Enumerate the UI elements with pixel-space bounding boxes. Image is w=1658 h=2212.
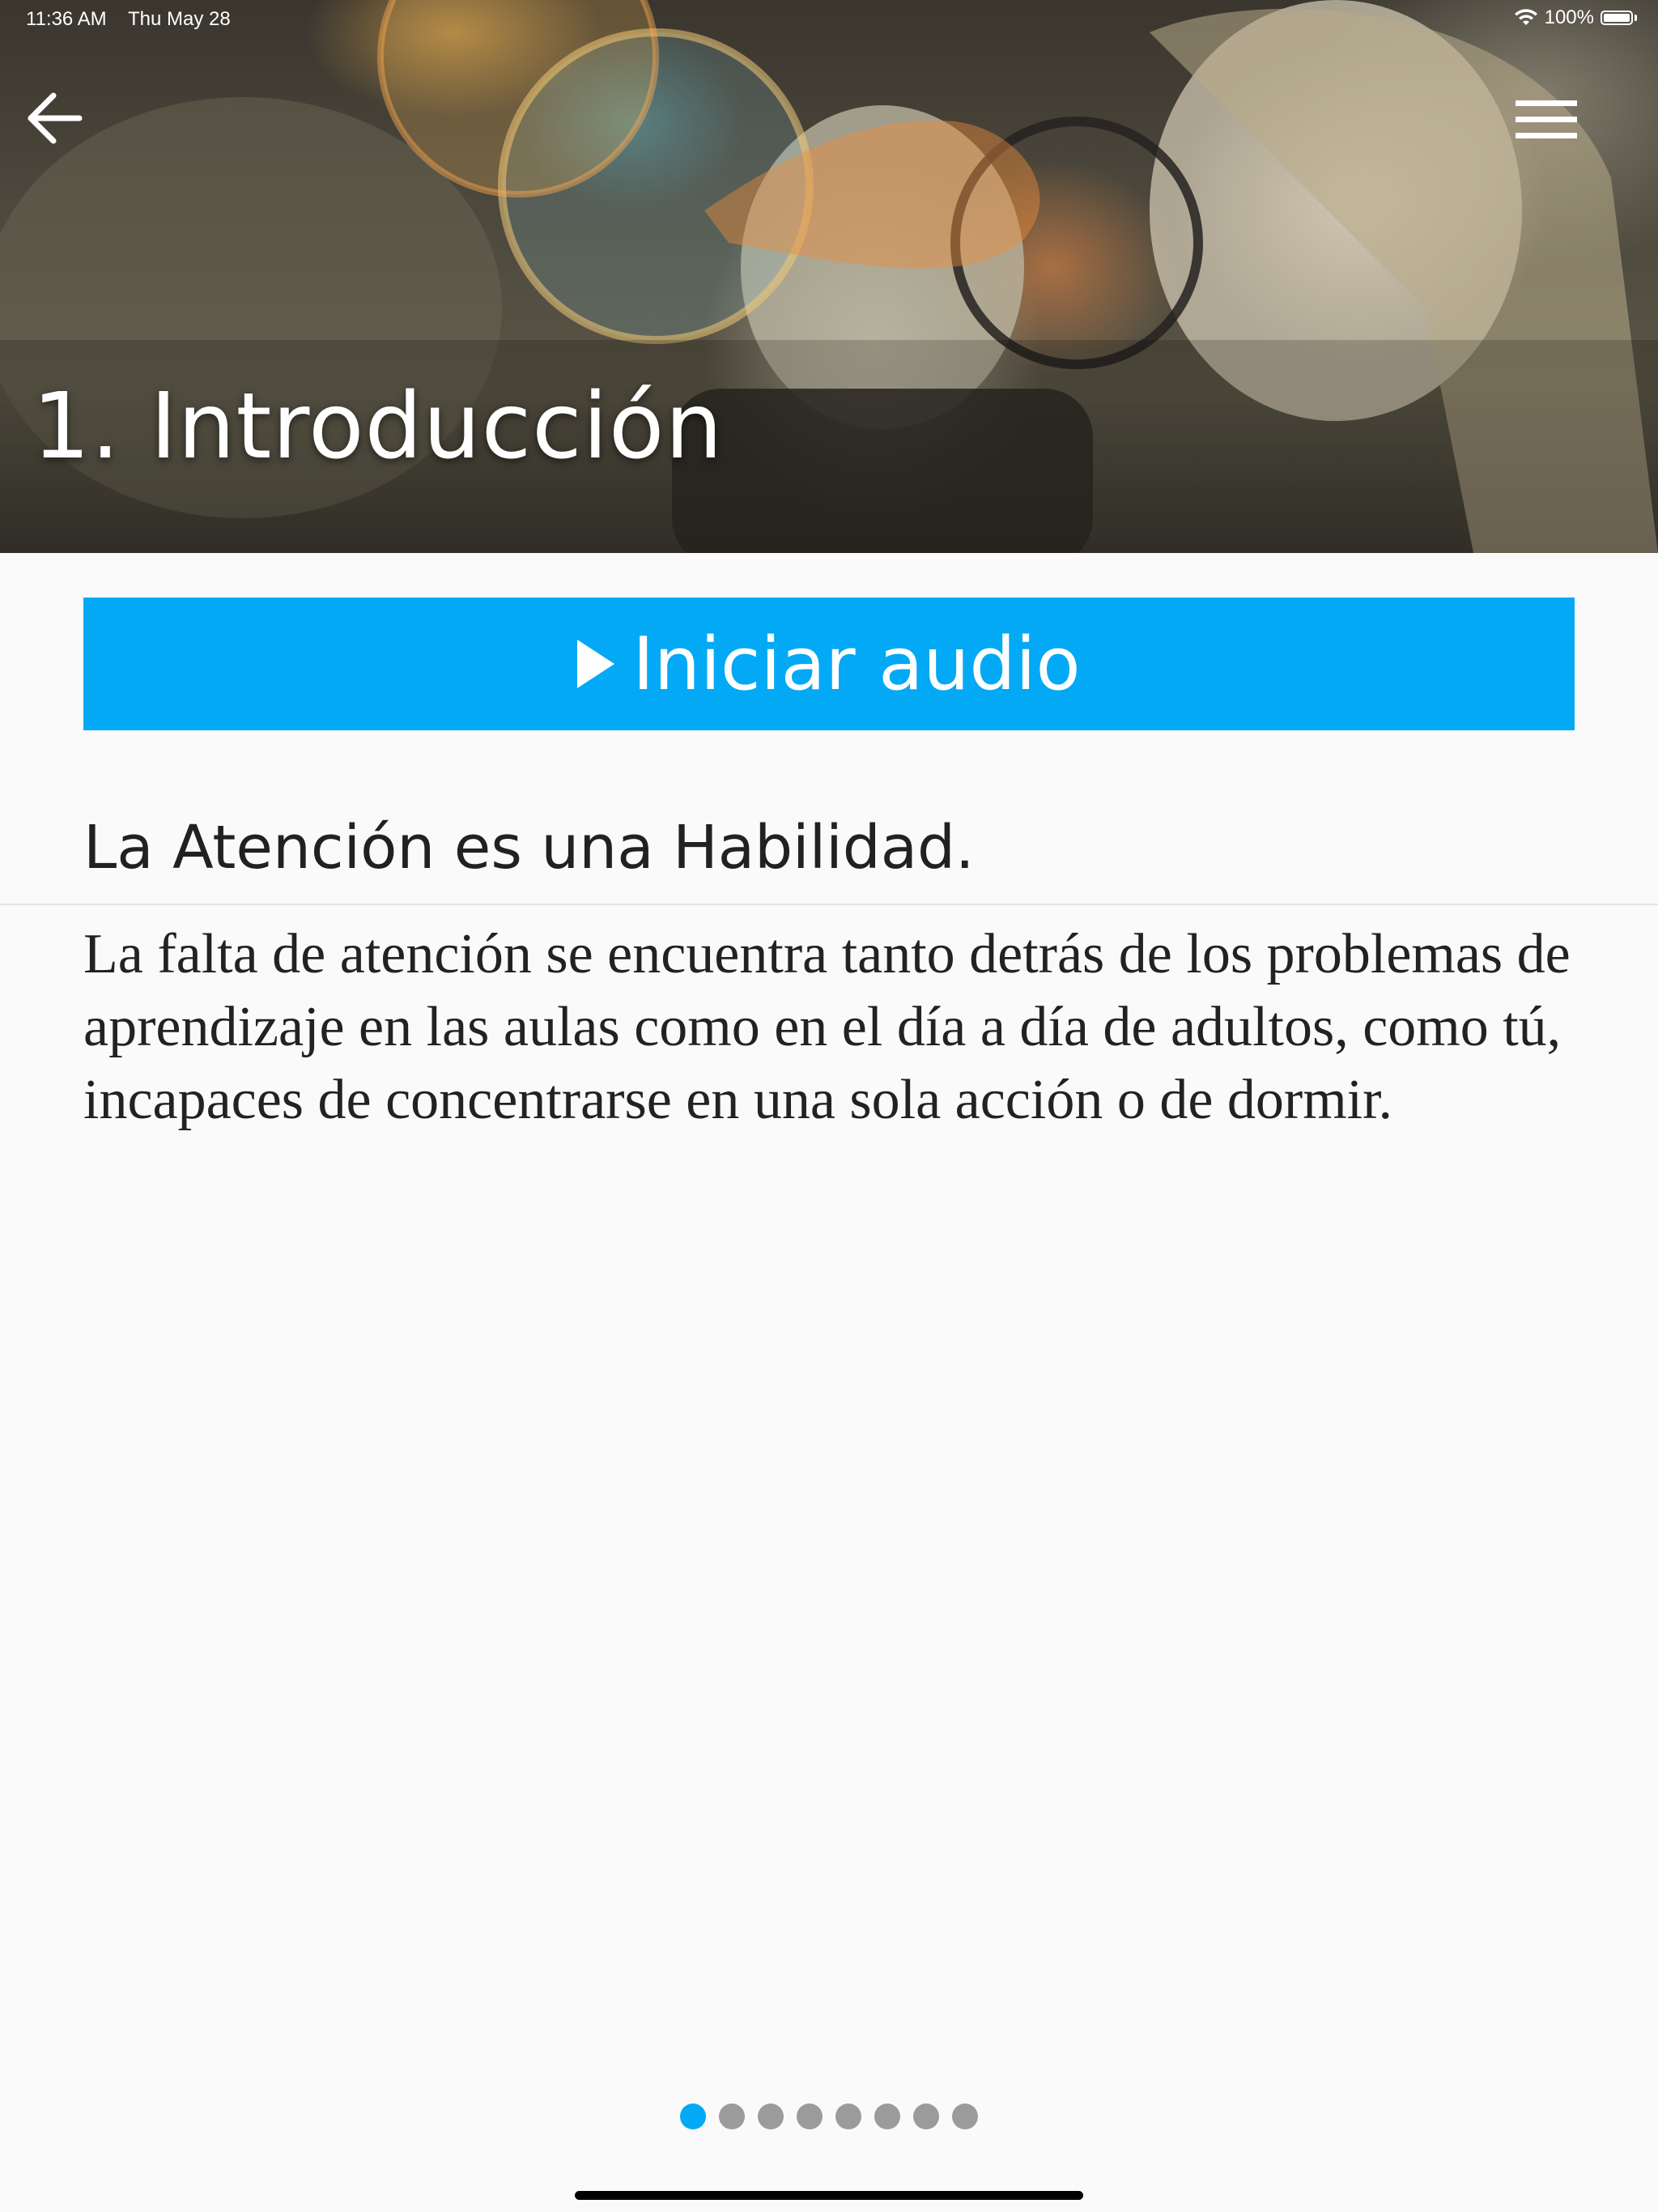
page-dot-3[interactable] xyxy=(758,2104,784,2129)
status-time: 11:36 AM xyxy=(26,8,107,30)
play-icon xyxy=(577,640,615,688)
divider xyxy=(0,904,1658,905)
page-dot-7[interactable] xyxy=(913,2104,939,2129)
status-bar: 11:36 AM Thu May 28 100% xyxy=(0,0,1658,37)
page-dot-1[interactable] xyxy=(680,2104,706,2129)
page-dot-5[interactable] xyxy=(835,2104,861,2129)
status-indicators: 100% xyxy=(1514,6,1637,29)
page-dot-6[interactable] xyxy=(874,2104,900,2129)
hamburger-menu-icon xyxy=(1516,100,1577,138)
battery-icon xyxy=(1601,11,1633,25)
arrow-left-icon xyxy=(28,92,83,144)
menu-button[interactable] xyxy=(1512,94,1580,146)
start-audio-label: Iniciar audio xyxy=(632,621,1081,707)
wifi-icon xyxy=(1514,9,1537,25)
hero-header: 11:36 AM Thu May 28 100% 1. Introducción xyxy=(0,0,1658,553)
page-dot-4[interactable] xyxy=(797,2104,823,2129)
home-indicator[interactable] xyxy=(575,2191,1083,2200)
body-paragraph: La falta de atención se encuentra tanto … xyxy=(83,923,1571,1131)
battery-percent: 100% xyxy=(1544,6,1594,28)
page-indicator xyxy=(680,2104,978,2129)
start-audio-button[interactable]: Iniciar audio xyxy=(83,598,1575,730)
section-heading: La Atención es una Habilidad. xyxy=(83,813,975,883)
battery-tip xyxy=(1635,15,1637,21)
status-date: Thu May 28 xyxy=(128,8,231,30)
page-dot-8[interactable] xyxy=(952,2104,978,2129)
back-button[interactable] xyxy=(23,87,84,149)
page-title: 1. Introducción xyxy=(32,374,724,479)
page-dot-2[interactable] xyxy=(719,2104,745,2129)
